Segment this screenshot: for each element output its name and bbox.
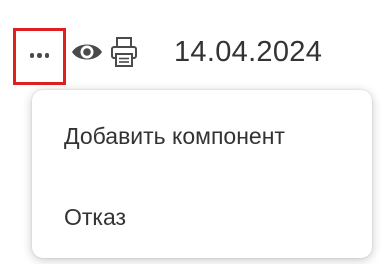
context-menu: Добавить компонент Отказ xyxy=(32,90,372,258)
more-actions-button[interactable] xyxy=(13,28,66,85)
menu-item-add-component[interactable]: Добавить компонент xyxy=(32,108,372,164)
printer-icon[interactable] xyxy=(109,36,139,68)
eye-icon[interactable] xyxy=(70,39,104,65)
row-date: 14.04.2024 xyxy=(174,36,323,68)
menu-item-refuse[interactable]: Отказ xyxy=(32,189,372,245)
table-row: 14.04.2024 xyxy=(0,0,382,100)
more-horizontal-icon xyxy=(29,53,50,58)
